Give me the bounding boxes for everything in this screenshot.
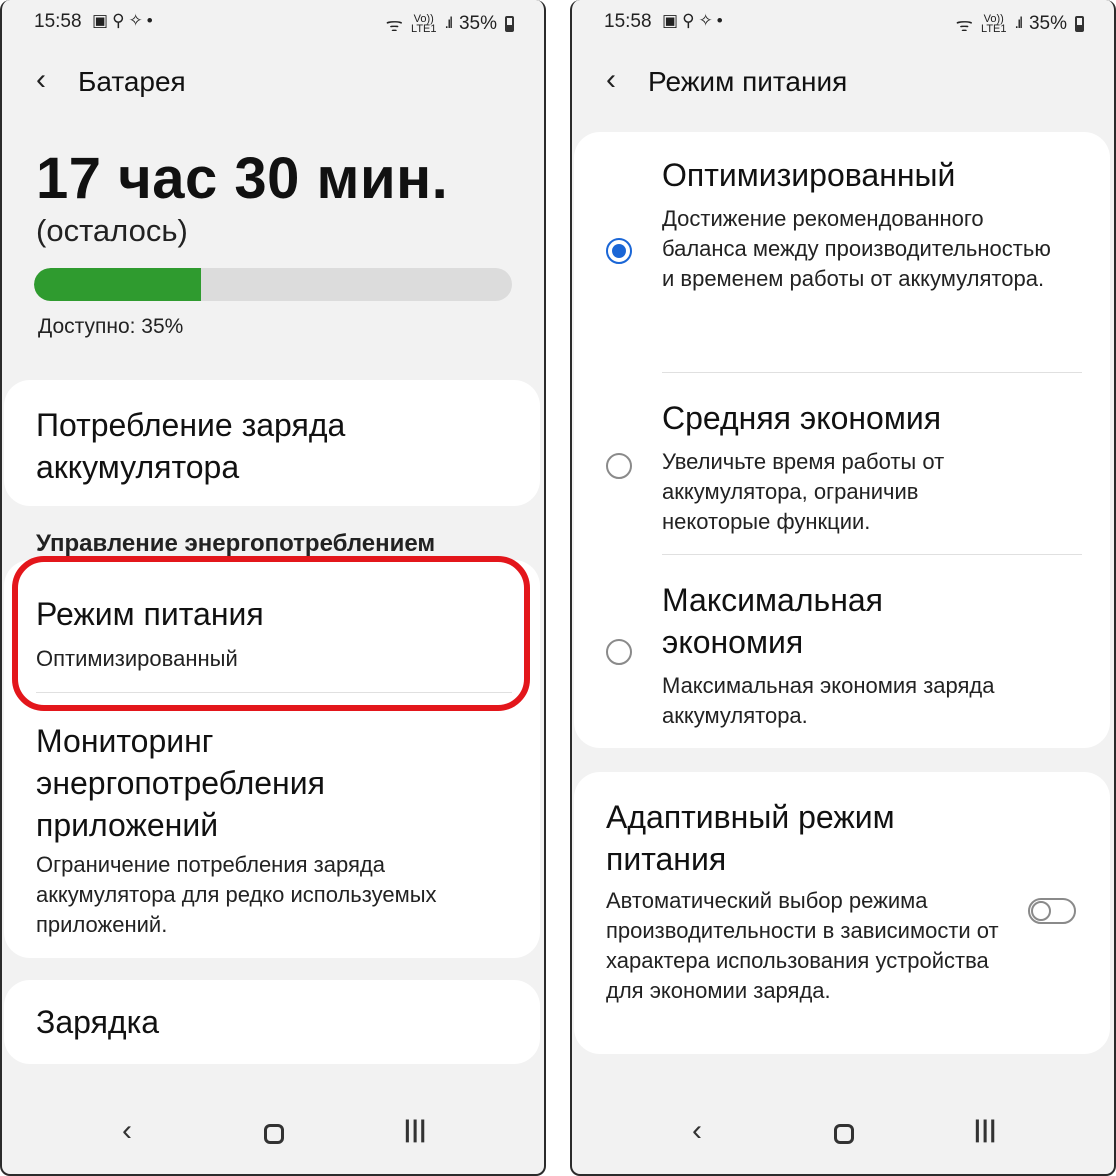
nav-home-icon[interactable] xyxy=(834,1124,854,1144)
status-notification-icons: ▣⚲✧• xyxy=(662,11,727,31)
option-description: Увеличьте время работы от аккумулятора, … xyxy=(662,449,945,534)
status-system-icons: ᯤ Vo)) LTE1 .ıl 35% xyxy=(956,11,1084,37)
battery-level-bar xyxy=(34,268,512,301)
option-optimized[interactable]: Оптимизированный Достижение рекомендован… xyxy=(574,132,1110,372)
network-lte: LTE1 xyxy=(411,23,437,35)
option-description: Максимальная экономия заряда аккумулятор… xyxy=(662,673,995,728)
page-title: Батарея xyxy=(78,66,186,97)
navigation-bar: ‹ ||| xyxy=(2,1114,544,1154)
battery-usage-title: Потребление заряда аккумулятора xyxy=(36,407,346,485)
gallery-icon: ▣ xyxy=(662,11,683,30)
magic-wand-icon: ✧ xyxy=(128,11,147,30)
battery-time-remaining: 17 час 30 мин. xyxy=(36,146,449,211)
magic-wand-icon: ✧ xyxy=(698,11,717,30)
battery-level-fill xyxy=(34,268,202,301)
option-max-saving[interactable]: Максимальная экономия Максимальная эконо… xyxy=(574,555,1110,748)
signal-icon: .ıl xyxy=(444,15,454,32)
chevron-left-icon[interactable]: ‹ xyxy=(36,65,46,95)
nav-back-icon[interactable]: ‹ xyxy=(122,1114,132,1148)
nav-recents-icon[interactable]: ||| xyxy=(974,1116,997,1144)
power-management-card: Режим питания Оптимизированный Мониторин… xyxy=(4,560,540,958)
charging-card[interactable]: Зарядка xyxy=(4,980,540,1064)
battery-percent: 35% xyxy=(1028,13,1067,34)
app-monitor-title: Мониторинг энергопотребления приложений xyxy=(36,723,325,843)
adaptive-title: Адаптивный режим питания xyxy=(606,799,895,877)
app-bar: ‹ Батарея xyxy=(2,58,544,104)
option-description: Достижение рекомендованного баланса межд… xyxy=(662,206,1051,291)
gallery-icon: ▣ xyxy=(92,11,113,30)
network-lte: LTE1 xyxy=(981,23,1007,35)
network-type: Vo)) LTE1 xyxy=(411,14,437,35)
adaptive-power-card[interactable]: Адаптивный режим питания Автоматический … xyxy=(574,772,1110,1054)
battery-available: Доступно: 35% xyxy=(38,315,184,338)
search-icon: ⚲ xyxy=(112,11,129,30)
dot-icon: • xyxy=(146,11,157,30)
adaptive-toggle[interactable] xyxy=(1028,898,1076,924)
toggle-knob xyxy=(1031,901,1051,921)
phone-screen-power-mode: 15:58 ▣⚲✧• ᯤ Vo)) LTE1 .ıl 35% ‹ Режим п… xyxy=(570,0,1116,1176)
status-bar: 15:58 ▣⚲✧• ᯤ Vo)) LTE1 .ıl 35% xyxy=(572,0,1114,44)
status-bar: 15:58 ▣⚲✧• ᯤ Vo)) LTE1 .ıl 35% xyxy=(2,0,544,44)
power-mode-options-card: Оптимизированный Достижение рекомендован… xyxy=(574,132,1110,748)
radio-max-saving[interactable] xyxy=(606,639,632,665)
option-title: Оптимизированный xyxy=(662,157,956,193)
search-icon: ⚲ xyxy=(682,11,699,30)
battery-time-caption: (осталось) xyxy=(36,213,188,248)
power-mode-value: Оптимизированный xyxy=(36,646,238,671)
app-bar: ‹ Режим питания xyxy=(572,58,1114,104)
chevron-left-icon[interactable]: ‹ xyxy=(606,65,616,95)
signal-icon: .ıl xyxy=(1014,15,1024,32)
battery-icon xyxy=(1075,16,1084,32)
battery-usage-card[interactable]: Потребление заряда аккумулятора xyxy=(4,380,540,506)
page-title: Режим питания xyxy=(648,66,848,97)
adaptive-description: Автоматический выбор режима производител… xyxy=(606,888,999,1003)
navigation-bar: ‹ ||| xyxy=(572,1114,1114,1154)
divider xyxy=(36,692,512,693)
status-notification-icons: ▣⚲✧• xyxy=(92,11,157,31)
nav-recents-icon[interactable]: ||| xyxy=(404,1116,427,1144)
phone-screen-battery: 15:58 ▣⚲✧• ᯤ Vo)) LTE1 .ıl 35% ‹ Батарея… xyxy=(0,0,546,1176)
radio-medium-saving[interactable] xyxy=(606,453,632,479)
battery-percent: 35% xyxy=(458,13,497,34)
status-time: 15:58 xyxy=(604,11,652,32)
option-title: Максимальная экономия xyxy=(662,582,883,660)
dot-icon: • xyxy=(716,11,727,30)
option-medium-saving[interactable]: Средняя экономия Увеличьте время работы … xyxy=(574,373,1110,555)
wifi-icon: ᯤ xyxy=(955,15,974,36)
option-title: Средняя экономия xyxy=(662,400,942,436)
nav-back-icon[interactable]: ‹ xyxy=(692,1114,702,1148)
nav-home-icon[interactable] xyxy=(264,1124,284,1144)
app-monitor-description: Ограничение потребления заряда аккумулят… xyxy=(36,852,437,937)
battery-icon xyxy=(505,16,514,32)
power-mode-title: Режим питания xyxy=(36,596,264,632)
network-type: Vo)) LTE1 xyxy=(981,14,1007,35)
status-system-icons: ᯤ Vo)) LTE1 .ıl 35% xyxy=(386,11,514,37)
section-label-power-management: Управление энергопотреблением xyxy=(36,530,436,557)
radio-optimized[interactable] xyxy=(606,238,632,264)
wifi-icon: ᯤ xyxy=(385,15,404,36)
charging-title: Зарядка xyxy=(36,1004,160,1040)
status-time: 15:58 xyxy=(34,11,82,32)
